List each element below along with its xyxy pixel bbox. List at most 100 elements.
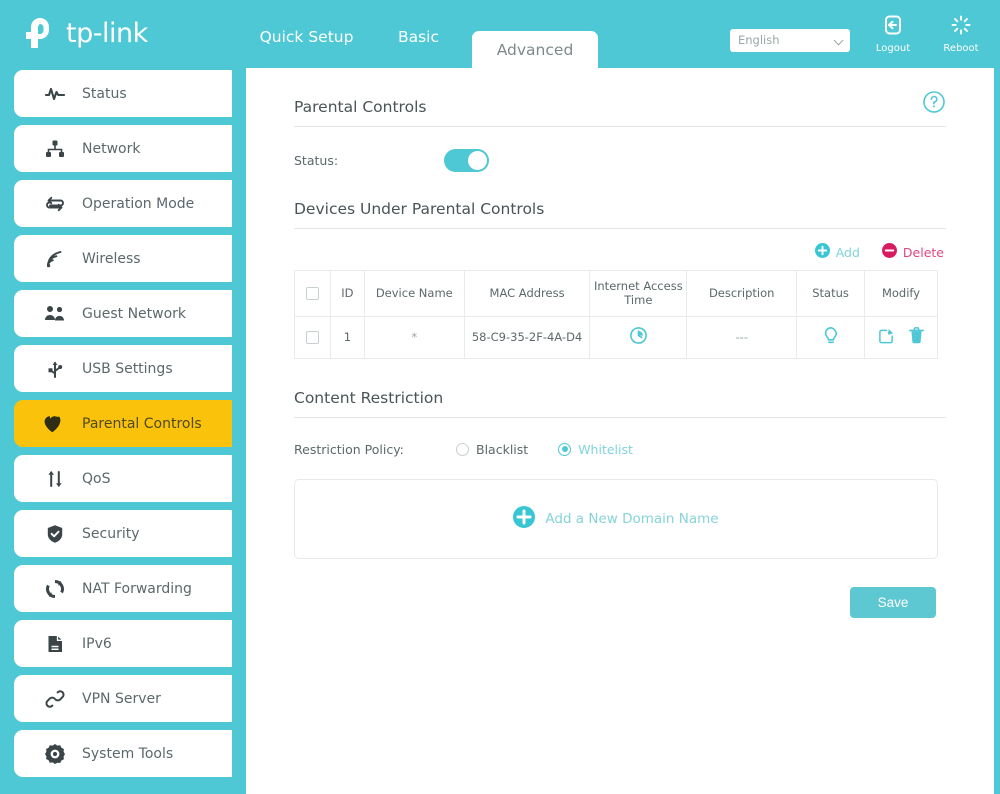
column-modify: Modify [864,270,938,317]
content-restriction-title: Content Restriction [294,389,946,418]
table-row: 1 * 58-C9-35-2F-4A-D4 --- [294,315,938,359]
table-action-bar: Add Delete [246,243,944,262]
row-mac-address: 58-C9-35-2F-4A-D4 [463,315,591,359]
sidebar-item-guest-network[interactable]: Guest Network [14,290,232,337]
logout-button[interactable]: Logout [868,14,918,54]
language-select[interactable]: English [730,28,850,52]
add-label: Add [835,245,860,260]
parental-controls-section: Parental Controls [294,68,946,127]
sidebar-item-qos[interactable]: QoS [14,455,232,502]
heart-icon [40,414,70,434]
sidebar-item-usb-settings[interactable]: USB Settings [14,345,232,392]
main-nav: Quick Setup Basic Advanced [248,0,598,68]
link-chain-icon [40,689,70,709]
sidebar-item-label: Guest Network [82,305,187,322]
sidebar-item-label: Security [82,525,140,542]
radio-label: Blacklist [476,441,529,457]
up-down-arrows-icon [40,469,70,489]
nav-advanced[interactable]: Advanced [472,31,598,68]
sidebar-item-label: Status [82,85,127,102]
header-right-controls: English Logout Reboot [730,0,986,68]
row-id: 1 [329,315,365,359]
users-icon [40,304,70,324]
content-restriction-section: Content Restriction [294,359,946,418]
sidebar-item-network[interactable]: Network [14,125,232,172]
row-modify [864,315,938,359]
sidebar-item-label: System Tools [82,745,174,762]
column-select [294,270,331,317]
devices-title: Devices Under Parental Controls [294,200,946,229]
sidebar-item-system-tools[interactable]: System Tools [14,730,232,777]
network-tree-icon [40,139,70,159]
shield-check-icon [40,524,70,544]
gear-icon [40,743,70,764]
swap-arrows-icon [40,194,70,214]
sidebar-item-status[interactable]: Status [14,70,232,117]
restriction-policy-row: Restriction Policy: Blacklist Whitelist [294,442,994,457]
column-mac-address: MAC Address [463,270,591,317]
radio-label: Whitelist [578,441,633,457]
restriction-policy-label: Restriction Policy: [294,441,404,457]
row-device-name: * [363,315,465,359]
column-internet-access-time: Internet Access Time [589,270,688,317]
question-circle-icon[interactable] [922,90,946,118]
radio-icon [456,442,469,456]
column-device-name: Device Name [363,270,465,317]
row-description: --- [686,315,798,359]
column-status: Status [796,270,866,317]
sidebar-item-vpn-server[interactable]: VPN Server [14,675,232,722]
logout-label: Logout [875,43,911,54]
status-row: Status: [294,149,994,172]
sidebar-item-operation-mode[interactable]: Operation Mode [14,180,232,227]
radio-icon [558,442,572,456]
sidebar-item-label: Wireless [82,250,141,267]
pulse-icon [40,84,70,104]
sidebar-item-label: Network [82,140,141,157]
chevron-down-icon [833,35,844,45]
devices-table: ID Device Name MAC Address Internet Acce… [294,270,938,359]
row-checkbox[interactable] [305,331,319,345]
toggle-knob [468,151,487,170]
add-domain-name-button[interactable]: Add a New Domain Name [294,478,938,559]
router-admin-page: tp-link Quick Setup Basic Advanced Engli… [0,0,1000,794]
sidebar-item-label: QoS [82,470,111,487]
clock-icon[interactable] [629,327,648,348]
add-device-button[interactable]: Add [814,243,860,262]
radio-blacklist[interactable]: Blacklist [456,442,528,457]
page-title: Parental Controls [294,98,946,127]
trash-icon[interactable] [909,327,924,347]
save-row: Save [246,586,936,618]
usb-icon [40,359,70,379]
delete-device-button[interactable]: Delete [881,243,944,262]
right-edge-strip [994,0,1000,794]
parental-controls-toggle[interactable] [444,149,489,172]
delete-label: Delete [902,245,944,260]
row-internet-access-time [589,315,688,359]
document-icon [40,634,70,654]
row-status [796,315,866,359]
wifi-signal-icon [40,249,70,269]
sidebar-item-wireless[interactable]: Wireless [14,235,232,282]
plus-circle-icon [513,505,536,532]
sidebar: Status Network Operation Mode Wireless G… [0,68,246,794]
minus-circle-icon [881,243,897,262]
language-value: English [738,33,780,47]
nav-basic[interactable]: Basic [365,28,472,68]
sidebar-item-nat-forwarding[interactable]: NAT Forwarding [14,565,232,612]
reboot-button[interactable]: Reboot [936,14,986,54]
select-all-checkbox[interactable] [305,287,319,301]
nav-quick-setup[interactable]: Quick Setup [248,28,365,68]
sidebar-item-label: USB Settings [82,360,173,377]
edit-icon[interactable] [878,327,895,347]
lightbulb-icon[interactable] [822,326,840,349]
sidebar-item-security[interactable]: Security [14,510,232,557]
main-content: Parental Controls Status: Devices Under … [246,68,994,794]
sidebar-item-parental-controls[interactable]: Parental Controls [14,400,232,447]
sidebar-item-label: Operation Mode [82,195,195,212]
radio-whitelist[interactable]: Whitelist [558,442,633,457]
save-button[interactable]: Save [850,586,936,618]
sidebar-item-label: VPN Server [82,690,161,707]
brand-logo[interactable]: tp-link [20,13,148,53]
sidebar-item-ipv6[interactable]: IPv6 [14,620,232,667]
tplink-logo-icon [20,13,60,53]
